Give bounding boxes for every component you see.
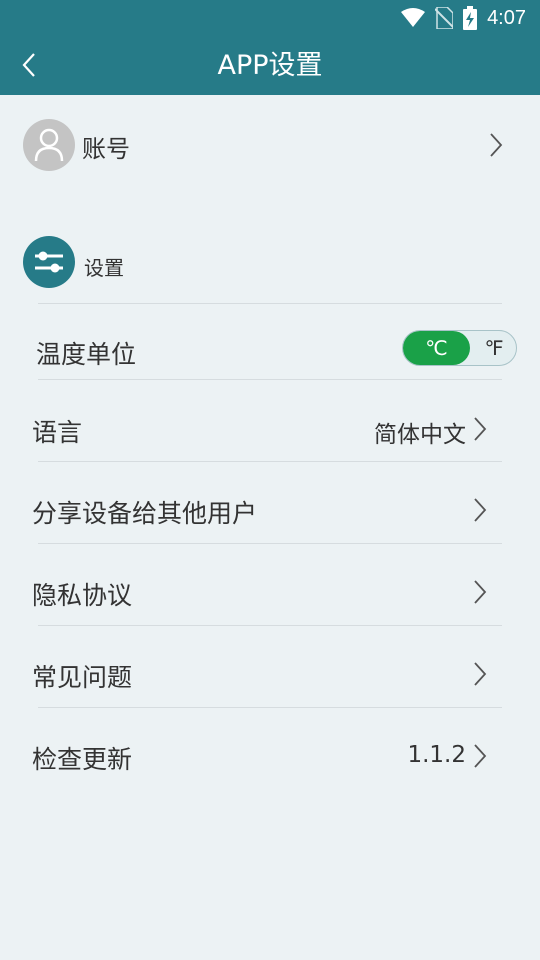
avatar xyxy=(23,119,75,171)
chevron-right-icon xyxy=(470,497,490,523)
chevron-right-icon xyxy=(470,743,490,769)
user-icon xyxy=(34,128,64,162)
temperature-unit-row: 温度单位 ℃ ℉ xyxy=(0,310,540,390)
chevron-right-icon xyxy=(470,579,490,605)
version-value: 1.1.2 xyxy=(407,742,466,768)
app-bar: APP设置 xyxy=(0,36,540,95)
divider xyxy=(38,625,502,626)
chevron-right-icon xyxy=(470,416,490,442)
language-value: 简体中文 xyxy=(374,422,466,448)
sliders-icon xyxy=(23,236,75,288)
account-label: 账号 xyxy=(82,135,130,163)
privacy-policy-label: 隐私协议 xyxy=(32,581,133,610)
divider xyxy=(38,379,502,380)
share-device-row[interactable]: 分享设备给其他用户 xyxy=(0,470,540,550)
faq-row[interactable]: 常见问题 xyxy=(0,634,540,714)
language-row[interactable]: 语言 简体中文 xyxy=(0,389,540,469)
chevron-right-icon xyxy=(470,661,490,687)
faq-label: 常见问题 xyxy=(32,663,133,692)
divider xyxy=(38,543,502,544)
divider xyxy=(38,461,502,462)
fahrenheit-option[interactable]: ℉ xyxy=(470,331,518,365)
page-title: APP设置 xyxy=(217,50,323,81)
temperature-unit-label: 温度单位 xyxy=(36,340,137,369)
settings-section-label: 设置 xyxy=(84,256,124,280)
settings-section-header: 设置 xyxy=(0,232,540,292)
status-bar: 4:07 xyxy=(0,0,540,36)
divider xyxy=(38,707,502,708)
language-label: 语言 xyxy=(32,418,83,447)
chevron-right-icon xyxy=(486,132,506,158)
celsius-option[interactable]: ℃ xyxy=(403,331,470,365)
check-update-row[interactable]: 检查更新 1.1.2 xyxy=(0,716,540,796)
temperature-unit-toggle[interactable]: ℃ ℉ xyxy=(402,330,517,366)
share-device-label: 分享设备给其他用户 xyxy=(32,499,258,528)
no-sim-icon xyxy=(435,7,454,29)
privacy-policy-row[interactable]: 隐私协议 xyxy=(0,552,540,632)
wifi-icon xyxy=(401,8,426,28)
account-row[interactable]: 账号 xyxy=(0,95,540,195)
status-time: 4:07 xyxy=(487,6,526,29)
divider xyxy=(38,303,502,304)
check-update-label: 检查更新 xyxy=(32,745,133,774)
battery-charging-icon xyxy=(463,6,478,30)
